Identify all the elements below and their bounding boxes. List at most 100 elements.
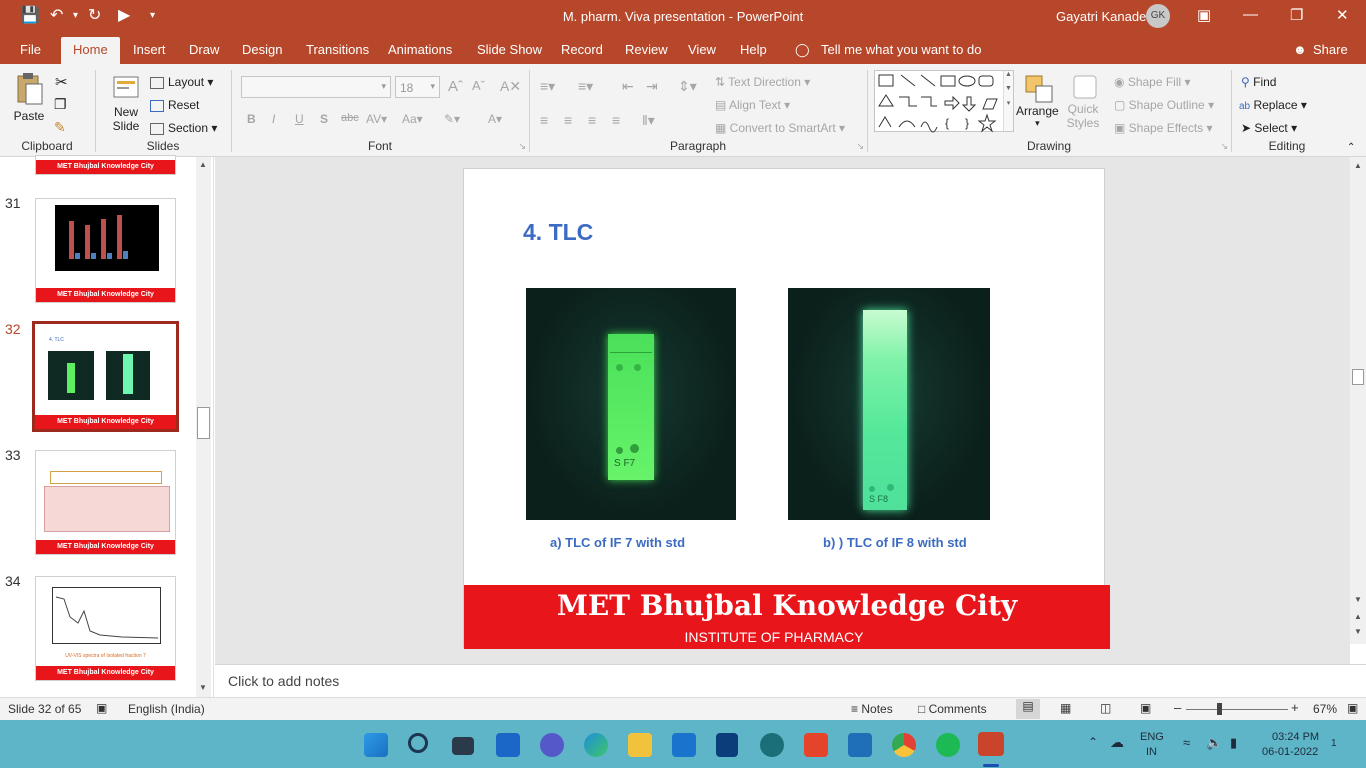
app-icon[interactable] bbox=[760, 733, 784, 757]
tab-view[interactable]: View bbox=[688, 42, 716, 57]
find-button[interactable]: ⚲ Find bbox=[1241, 75, 1276, 89]
shapes-gallery[interactable]: {} ▲ ▼ ▾ bbox=[874, 70, 1014, 133]
increase-indent-icon[interactable]: ⇥ bbox=[646, 78, 658, 95]
shape-outline-button[interactable]: ▢ Shape Outline ▾ bbox=[1114, 98, 1214, 112]
line-spacing-icon[interactable]: ⇕▾ bbox=[678, 78, 697, 95]
mail-icon[interactable] bbox=[672, 733, 696, 757]
shadow-icon[interactable]: S bbox=[320, 112, 328, 126]
slideshow-view-icon[interactable]: ▣ bbox=[1140, 701, 1151, 715]
zoom-slider-thumb[interactable] bbox=[1217, 703, 1222, 715]
highlight-icon[interactable]: ✎▾ bbox=[444, 112, 460, 126]
quick-styles-button[interactable]: Quick Styles bbox=[1066, 74, 1100, 130]
text-direction-button[interactable]: ⇅ Text Direction ▾ bbox=[715, 75, 810, 89]
select-button[interactable]: ➤ Select ▾ bbox=[1241, 121, 1297, 135]
spotify-icon[interactable] bbox=[936, 733, 960, 757]
reset-button[interactable]: Reset bbox=[150, 98, 199, 112]
clock-date[interactable]: 06-01-2022 bbox=[1262, 746, 1318, 758]
wifi-icon[interactable]: ≈ bbox=[1183, 735, 1190, 750]
copy-icon[interactable]: ❐ bbox=[54, 96, 67, 113]
caption-plate-b[interactable]: b) ) TLC of IF 8 with std bbox=[823, 535, 967, 550]
paste-button[interactable]: Paste bbox=[10, 72, 48, 123]
char-spacing-icon[interactable]: AV▾ bbox=[366, 112, 387, 126]
zoom-in-icon[interactable]: + bbox=[1291, 700, 1299, 715]
font-color-icon[interactable]: A▾ bbox=[488, 112, 502, 126]
normal-view-icon[interactable]: ▤ bbox=[1016, 699, 1040, 719]
scroll-up-icon[interactable]: ▲ bbox=[199, 160, 207, 169]
shape-effects-button[interactable]: ▣ Shape Effects ▾ bbox=[1114, 121, 1213, 135]
editor-scroll-thumb[interactable] bbox=[1352, 369, 1364, 385]
fit-to-window-icon[interactable]: ▣ bbox=[1347, 701, 1358, 715]
tlc-plate-a-photo[interactable]: S F7 bbox=[526, 288, 736, 520]
powerpoint-taskbar-icon[interactable] bbox=[978, 732, 1004, 756]
tab-home[interactable]: Home bbox=[61, 37, 120, 64]
font-size-combo[interactable]: 18 ▾ bbox=[395, 76, 440, 98]
volume-icon[interactable]: 🔈 bbox=[1206, 735, 1222, 751]
tab-slideshow[interactable]: Slide Show bbox=[477, 42, 542, 57]
tab-record[interactable]: Record bbox=[561, 42, 603, 57]
battery-icon[interactable]: ▮ bbox=[1230, 735, 1237, 751]
layout-button[interactable]: Layout ▾ bbox=[150, 75, 213, 89]
user-name[interactable]: Gayatri Kanade bbox=[1056, 9, 1146, 24]
task-view-icon[interactable] bbox=[452, 737, 474, 755]
zoom-slider[interactable] bbox=[1186, 703, 1288, 715]
justify-icon[interactable]: ≡ bbox=[612, 112, 620, 128]
tab-review[interactable]: Review bbox=[625, 42, 668, 57]
notes-toggle[interactable]: ≡ Notes bbox=[851, 702, 893, 716]
next-slide-icon[interactable]: ▼ bbox=[1354, 627, 1362, 636]
file-explorer-icon[interactable] bbox=[628, 733, 652, 757]
slide-title[interactable]: 4. TLC bbox=[523, 219, 593, 246]
tab-animations[interactable]: Animations bbox=[388, 42, 452, 57]
onedrive-icon[interactable]: ☁ bbox=[1110, 734, 1124, 751]
replace-button[interactable]: ab Replace ▾ bbox=[1239, 98, 1307, 112]
clear-formatting-icon[interactable]: A✕ bbox=[500, 78, 521, 95]
drawing-dialog-launcher-icon[interactable]: ↘ bbox=[1220, 141, 1228, 152]
teams-chat-icon[interactable] bbox=[540, 733, 564, 757]
office-icon[interactable] bbox=[804, 733, 828, 757]
windows-start-icon[interactable] bbox=[364, 733, 388, 757]
thumbnail-scrollbar[interactable]: ▲ ▼ bbox=[196, 157, 211, 697]
share-button[interactable]: Share bbox=[1313, 42, 1348, 57]
edge-icon[interactable] bbox=[584, 733, 608, 757]
widgets-icon[interactable] bbox=[496, 733, 520, 757]
section-button[interactable]: Section ▾ bbox=[150, 121, 217, 135]
numbering-icon[interactable]: ≡▾ bbox=[578, 78, 593, 95]
shrink-font-icon[interactable]: Aˇ bbox=[472, 78, 485, 93]
editor-scrollbar[interactable]: ▲ ▼ ▲ ▼ bbox=[1350, 157, 1366, 644]
grow-font-icon[interactable]: Aˆ bbox=[448, 78, 463, 95]
italic-icon[interactable]: I bbox=[272, 112, 275, 126]
editor-scroll-down-icon[interactable]: ▼ bbox=[1354, 595, 1362, 604]
shape-fill-button[interactable]: ◉ Shape Fill ▾ bbox=[1114, 75, 1191, 89]
strikethrough-icon[interactable]: abc bbox=[341, 112, 359, 124]
tab-help[interactable]: Help bbox=[740, 42, 767, 57]
font-name-combo[interactable]: ▾ bbox=[241, 76, 391, 98]
tlc-plate-b-photo[interactable]: S F8 bbox=[788, 288, 990, 520]
collapse-ribbon-icon[interactable]: ⌃ bbox=[1347, 142, 1355, 153]
slide-sorter-icon[interactable]: ▦ bbox=[1060, 701, 1071, 715]
tab-transitions[interactable]: Transitions bbox=[306, 42, 369, 57]
paragraph-dialog-launcher-icon[interactable]: ↘ bbox=[856, 141, 864, 152]
shapes-scroll[interactable]: ▲ ▼ ▾ bbox=[1003, 71, 1013, 131]
bold-icon[interactable]: B bbox=[247, 112, 256, 126]
share-icon[interactable]: ☻ bbox=[1293, 42, 1307, 57]
slide-thumbnail-31[interactable]: MET Bhujbal Knowledge City bbox=[35, 198, 176, 303]
tab-insert[interactable]: Insert bbox=[133, 42, 166, 57]
caption-plate-a[interactable]: a) TLC of IF 7 with std bbox=[550, 535, 685, 550]
slide-thumbnail-32[interactable]: 4. TLC MET Bhujbal Knowledge City bbox=[32, 321, 179, 432]
align-right-icon[interactable]: ≡ bbox=[588, 112, 596, 128]
change-case-icon[interactable]: Aa▾ bbox=[402, 112, 423, 126]
chrome-icon[interactable] bbox=[892, 733, 916, 757]
slide-thumbnail-33[interactable]: MET Bhujbal Knowledge City bbox=[35, 450, 176, 555]
zoom-level[interactable]: 67% bbox=[1313, 702, 1337, 716]
accessibility-icon[interactable]: ▣ bbox=[96, 701, 107, 715]
dropbox-icon[interactable] bbox=[716, 733, 738, 757]
language-indicator[interactable]: English (India) bbox=[128, 702, 205, 716]
language-eng[interactable]: ENG bbox=[1140, 731, 1164, 743]
bullets-icon[interactable]: ≡▾ bbox=[540, 78, 555, 95]
cut-icon[interactable]: ✂ bbox=[55, 73, 68, 91]
format-painter-icon[interactable]: ✎ bbox=[54, 119, 66, 136]
notes-pane[interactable]: Click to add notes bbox=[215, 664, 1366, 697]
tab-file[interactable]: File bbox=[20, 42, 41, 57]
slide-thumbnail-34[interactable]: UV-VIS spectra of Isolated fraction 7 ME… bbox=[35, 576, 176, 681]
columns-icon[interactable]: ‖▾ bbox=[642, 112, 655, 129]
ribbon-display-icon[interactable]: ▣ bbox=[1197, 6, 1211, 24]
